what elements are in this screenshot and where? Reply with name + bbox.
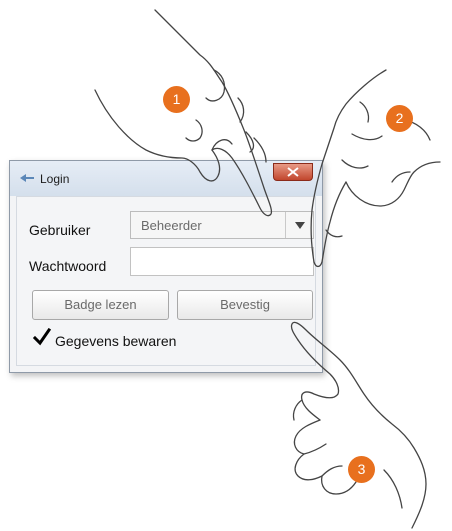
step-badge-3: 3: [348, 456, 375, 483]
step-badge-1: 1: [163, 86, 190, 113]
hand-illustrations: [94, 9, 441, 529]
step-badge-2: 2: [386, 105, 413, 132]
